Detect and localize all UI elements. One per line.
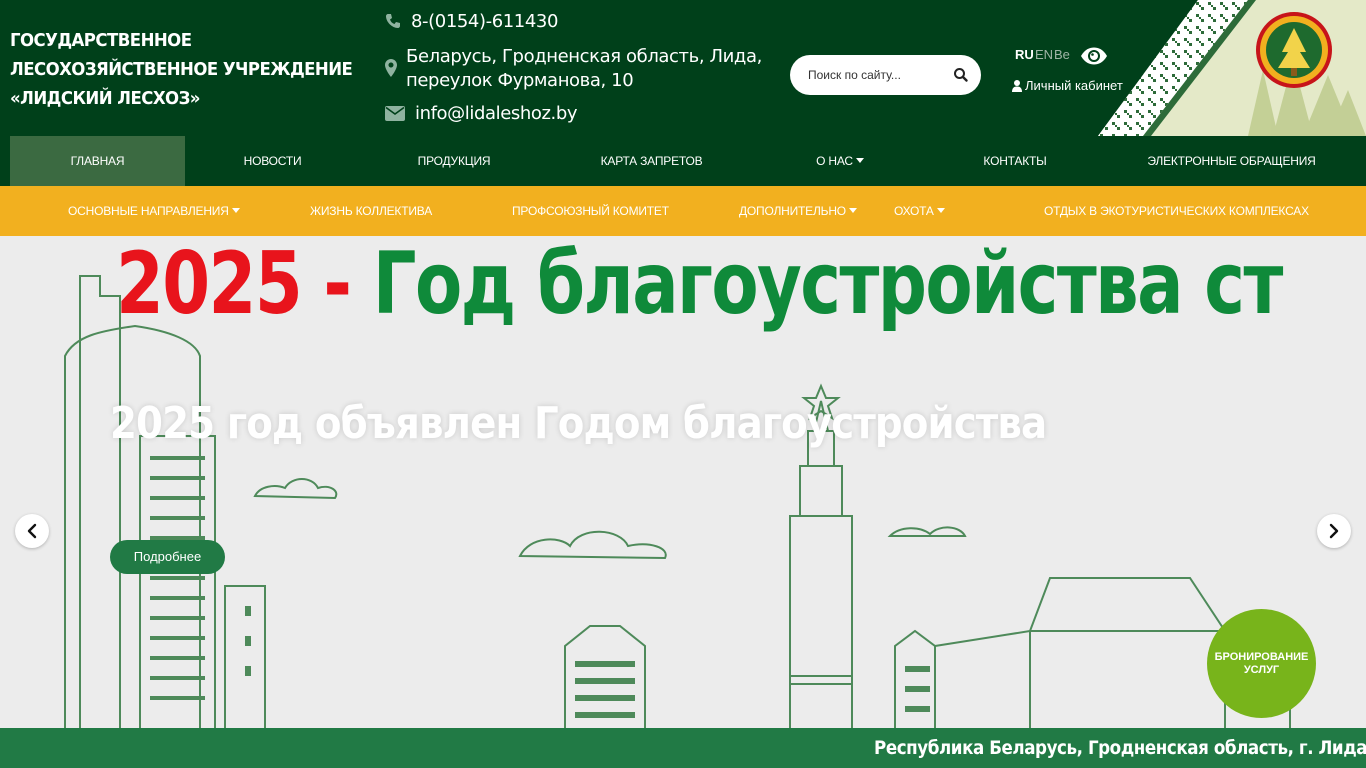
banner-text: Год благоустройства ст bbox=[372, 236, 1284, 334]
chevron-down-icon bbox=[936, 208, 945, 213]
chevron-down-icon bbox=[231, 208, 240, 213]
nav2-item-trade-union[interactable]: Профсоюзный комитет bbox=[512, 186, 669, 236]
main-navigation: Главная Новости Продукция Карта запретов… bbox=[0, 136, 1366, 186]
slider-prev-button[interactable] bbox=[15, 514, 49, 548]
nav-item-label: Охота bbox=[894, 204, 934, 218]
forestry-logo-icon bbox=[1256, 12, 1332, 88]
nav-item-label: Профсоюзный комитет bbox=[512, 204, 669, 218]
phone-number: 8-(0154)-611430 bbox=[411, 11, 559, 32]
nav-item-home[interactable]: Главная bbox=[10, 136, 185, 186]
nav-item-label: Электронные обращения bbox=[1147, 154, 1316, 168]
nav-item-e-appeals[interactable]: Электронные обращения bbox=[1145, 136, 1318, 186]
slide-caption: 2025 год объявлен Годом благоустройства bbox=[110, 398, 1047, 449]
language-en[interactable]: EN bbox=[1035, 47, 1053, 62]
read-more-button[interactable]: Подробнее bbox=[110, 540, 225, 574]
search-icon[interactable] bbox=[951, 65, 971, 85]
booking-services-button[interactable]: БРОНИРОВАНИЕ УСЛУГ bbox=[1207, 609, 1316, 718]
search-box bbox=[790, 55, 981, 95]
ticker-text: Республика Беларусь, Гродненская область… bbox=[874, 737, 1366, 759]
nav-item-label: Основные направления bbox=[68, 204, 229, 218]
chevron-down-icon bbox=[848, 208, 857, 213]
hero-banner-heading: 2025 - Год благоустройства ст bbox=[116, 236, 1284, 334]
nav2-item-additional[interactable]: Дополнительно bbox=[739, 186, 857, 236]
slider-next-button[interactable] bbox=[1317, 514, 1351, 548]
language-ru[interactable]: RU bbox=[1015, 47, 1034, 62]
nav2-item-team-life[interactable]: Жизнь коллектива bbox=[310, 186, 432, 236]
org-title[interactable]: ГОСУДАРСТВЕННОЕ ЛЕСОХОЗЯЙСТВЕННОЕ УЧРЕЖД… bbox=[10, 26, 353, 113]
user-icon bbox=[1012, 80, 1022, 92]
nav-item-news[interactable]: Новости bbox=[210, 136, 335, 186]
chevron-left-icon bbox=[27, 523, 37, 539]
org-title-line: «ЛИДСКИЙ ЛЕСХОЗ» bbox=[10, 88, 200, 109]
nav-item-label: Отдых в экотуристических комплексах bbox=[1044, 204, 1309, 218]
nav-item-products[interactable]: Продукция bbox=[395, 136, 513, 186]
site-header: ГОСУДАРСТВЕННОЕ ЛЕСОХОЗЯЙСТВЕННОЕ УЧРЕЖД… bbox=[0, 0, 1366, 136]
nav2-item-ecotourism[interactable]: Отдых в экотуристических комплексах bbox=[1044, 186, 1309, 236]
nav-item-ban-map[interactable]: Карта запретов bbox=[585, 136, 718, 186]
hero-slider: 2025 - Год благоустройства ст 2025 год о… bbox=[0, 236, 1366, 728]
language-be[interactable]: Be bbox=[1054, 47, 1070, 62]
nav-item-label: Жизнь коллектива bbox=[310, 204, 432, 218]
email-address: info@lidaleshoz.by bbox=[415, 103, 578, 124]
nav-item-label: Главная bbox=[70, 154, 125, 168]
org-title-line: ГОСУДАРСТВЕННОЕ bbox=[10, 30, 192, 51]
nav2-item-hunting[interactable]: Охота bbox=[894, 186, 945, 236]
envelope-icon bbox=[385, 106, 405, 121]
nav-item-label: Продукция bbox=[417, 154, 491, 168]
forest-emblem-banner bbox=[1098, 0, 1366, 136]
nav-item-label: О нас bbox=[816, 154, 853, 168]
map-marker-icon bbox=[385, 59, 397, 77]
nav-item-contacts[interactable]: Контакты bbox=[965, 136, 1065, 186]
nav-item-about[interactable]: О нас bbox=[800, 136, 880, 186]
search-input[interactable] bbox=[808, 65, 948, 85]
chevron-right-icon bbox=[1329, 523, 1339, 539]
nav-item-label: Новости bbox=[243, 154, 302, 168]
news-ticker: Республика Беларусь, Гродненская область… bbox=[0, 728, 1366, 768]
nav-item-label: Контакты bbox=[983, 154, 1047, 168]
chevron-down-icon bbox=[855, 158, 864, 163]
nav-item-label: Дополнительно bbox=[739, 204, 846, 218]
phone-icon bbox=[386, 14, 400, 28]
banner-year: 2025 - bbox=[116, 236, 352, 334]
org-title-line: ЛЕСОХОЗЯЙСТВЕННОЕ УЧРЕЖДЕНИЕ bbox=[10, 59, 353, 80]
nav-item-label: Карта запретов bbox=[600, 154, 703, 168]
secondary-navigation: Основные направления Жизнь коллектива Пр… bbox=[0, 186, 1366, 236]
nav2-item-main-directions[interactable]: Основные направления bbox=[68, 186, 240, 236]
address-text: Беларусь, Гродненская область, Лида, пер… bbox=[406, 46, 762, 91]
